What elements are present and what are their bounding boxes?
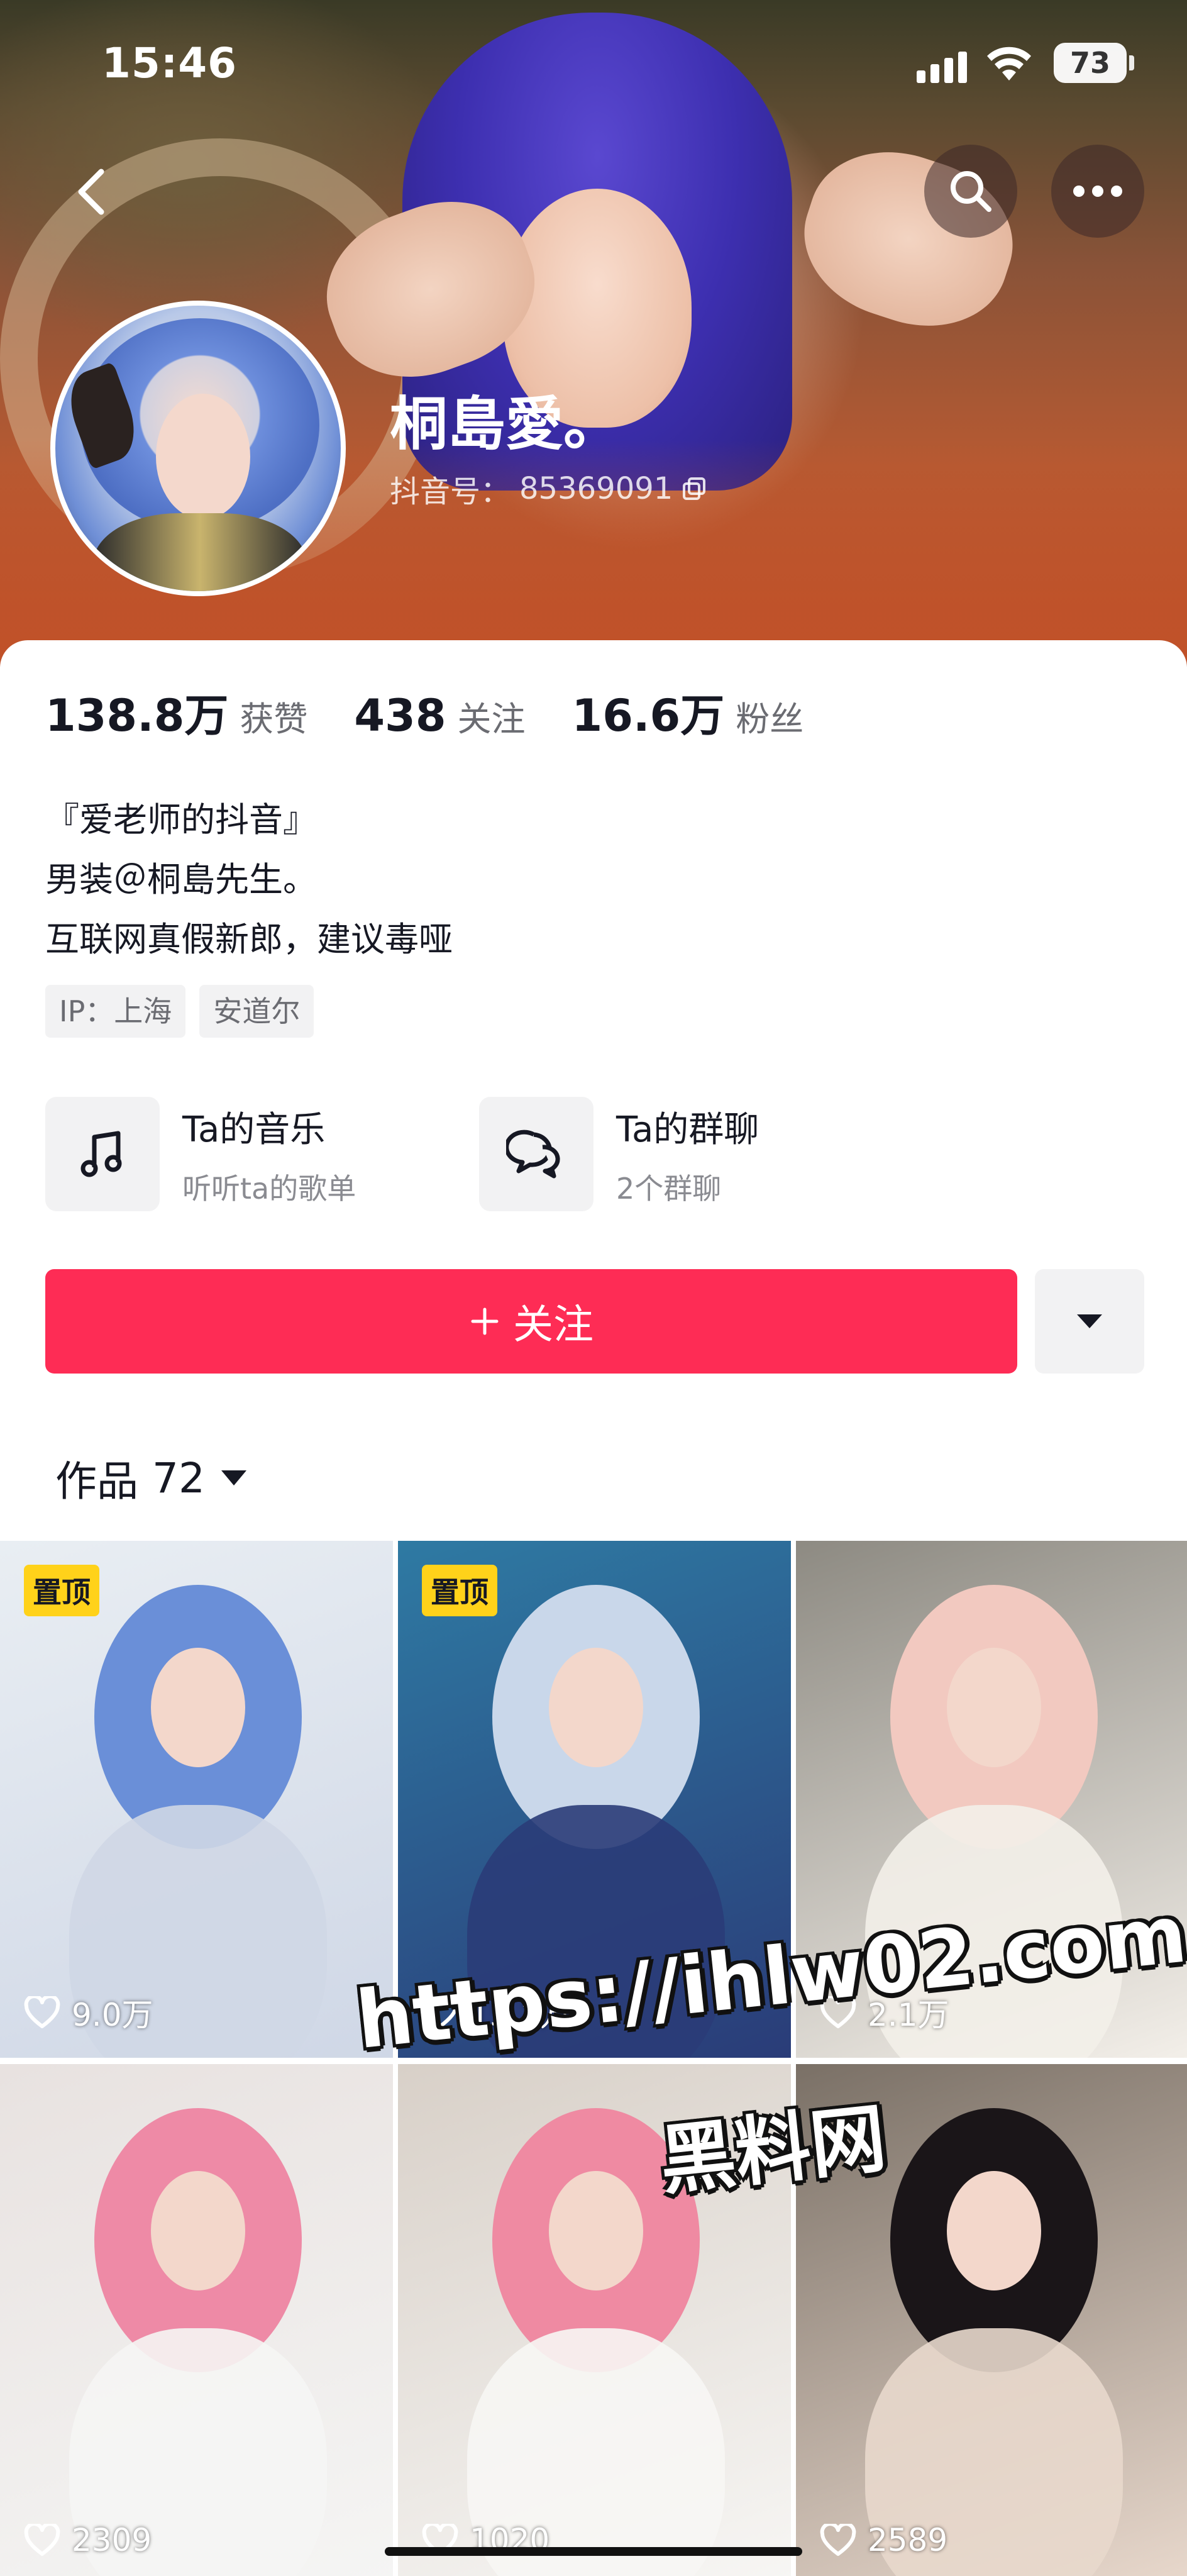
bio-line: 『爱老师的抖音』 xyxy=(45,800,317,840)
profile-bio: 『爱老师的抖音』 男装＠桐島先生。 互联网真假新郎，建议毒哑 xyxy=(45,790,453,969)
more-dots-icon xyxy=(1073,186,1122,197)
region-tag[interactable]: 安道尔 xyxy=(199,985,314,1038)
likes-count[interactable]: 138.8万 xyxy=(45,680,228,744)
douyin-id-label: 抖音号： xyxy=(390,474,511,509)
copy-icon[interactable] xyxy=(682,476,707,501)
like-count-value: 2309 xyxy=(72,2522,152,2558)
status-time: 15:46 xyxy=(102,39,238,87)
home-indicator[interactable] xyxy=(385,2547,802,2556)
status-bar: 15:46 73 xyxy=(0,0,1187,126)
followers-count[interactable]: 16.6万 xyxy=(572,680,725,744)
heart-icon xyxy=(820,2522,856,2557)
profile-stats: 138.8万 获赞 438 关注 16.6万 粉丝 xyxy=(45,680,850,744)
search-button[interactable] xyxy=(924,145,1017,238)
battery-indicator: 73 xyxy=(1054,43,1134,83)
like-count-value: 9.0万 xyxy=(72,1997,153,2033)
watermark: https://ihlw02.com 黑料网 xyxy=(352,1887,1187,2206)
thumbnail-figure-face xyxy=(947,1648,1041,1767)
music-entry[interactable]: Ta的音乐 听听ta的歌单 xyxy=(45,1096,356,1213)
caret-down-icon xyxy=(1077,1314,1102,1328)
following-count[interactable]: 438 xyxy=(354,690,446,741)
profile-name: 桐島愛。 xyxy=(390,391,622,458)
ip-location-tag: IP：上海 xyxy=(45,985,186,1038)
back-button[interactable] xyxy=(57,157,126,226)
video-like-count: 2309 xyxy=(24,2522,152,2558)
search-icon xyxy=(951,171,991,212)
video-like-count: 9.0万 xyxy=(24,1990,153,2035)
signal-icon xyxy=(917,52,967,83)
bio-line: 互联网真假新郎，建议毒哑 xyxy=(45,919,453,959)
pinned-badge: 置顶 xyxy=(24,1565,99,1616)
bio-line[interactable]: 男装＠桐島先生。 xyxy=(45,850,453,909)
music-entry-subtitle: 听听ta的歌单 xyxy=(182,1171,356,1206)
video-thumbnail[interactable]: 置顶 9.0万 xyxy=(0,1541,393,2058)
video-like-count: 2589 xyxy=(820,2522,947,2558)
avatar[interactable] xyxy=(50,301,346,596)
avatar-outfit xyxy=(93,513,307,591)
chevron-left-icon xyxy=(78,169,104,215)
douyin-id[interactable]: 抖音号： 85369091 xyxy=(390,467,707,511)
video-thumbnail[interactable]: 2309 xyxy=(0,2064,393,2576)
heart-icon xyxy=(24,1994,60,2029)
group-chat-entry[interactable]: Ta的群聊 2个群聊 xyxy=(479,1096,759,1213)
like-count-value: 2589 xyxy=(868,2522,948,2558)
group-chat-title: Ta的群聊 xyxy=(616,1109,759,1150)
followers-label: 粉丝 xyxy=(736,699,804,739)
music-entry-title: Ta的音乐 xyxy=(182,1109,326,1150)
thumbnail-figure-face xyxy=(947,2171,1041,2290)
tab-works[interactable]: 作品 72 xyxy=(55,1448,246,1508)
thumbnail-figure-face xyxy=(549,2171,643,2290)
avatar-face xyxy=(156,394,250,519)
heart-icon xyxy=(24,2522,60,2557)
thumbnail-figure-face xyxy=(151,1648,245,1767)
chat-bubbles-icon xyxy=(479,1097,594,1211)
works-count: 72 xyxy=(152,1453,205,1502)
more-options-button[interactable] xyxy=(1051,145,1144,238)
music-note-icon xyxy=(45,1097,160,1211)
follow-button[interactable]: 关注 xyxy=(45,1269,1017,1374)
pinned-badge: 置顶 xyxy=(422,1565,497,1616)
likes-label: 获赞 xyxy=(240,699,308,739)
caret-down-icon xyxy=(221,1470,246,1485)
group-chat-subtitle: 2个群聊 xyxy=(616,1171,722,1206)
profile-tags: IP：上海 安道尔 xyxy=(45,985,314,1038)
thumbnail-figure-face xyxy=(151,2171,245,2290)
following-label: 关注 xyxy=(457,699,526,739)
plus-icon xyxy=(471,1307,499,1335)
recommend-dropdown-button[interactable] xyxy=(1035,1269,1144,1374)
wifi-icon xyxy=(987,47,1031,80)
douyin-id-value: 85369091 xyxy=(519,471,673,506)
thumbnail-figure-face xyxy=(549,1648,643,1767)
works-tab-label: 作品 xyxy=(55,1457,138,1506)
follow-button-label: 关注 xyxy=(513,1302,594,1347)
